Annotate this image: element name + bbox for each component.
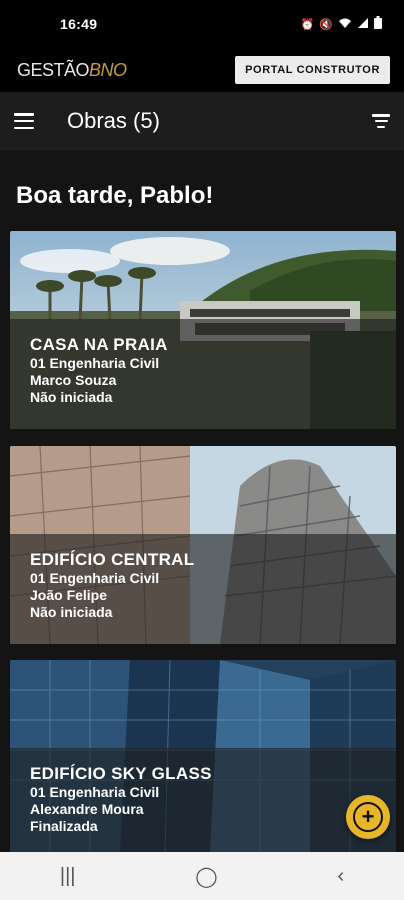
- mute-icon: 🔇: [319, 18, 333, 31]
- obra-company: 01 Engenharia Civil: [30, 784, 160, 800]
- obra-card-info: EDIFÍCIO SKY GLASS 01 Engenharia Civil A…: [10, 748, 396, 852]
- obra-card-edificio-central[interactable]: EDIFÍCIO CENTRAL 01 Engenharia Civil Joã…: [10, 446, 396, 644]
- status-icons: ⏰ 🔇: [301, 16, 382, 32]
- system-nav-bar: ||| ◯ ‹: [0, 852, 404, 900]
- obra-title: EDIFÍCIO SKY GLASS: [30, 764, 212, 783]
- page-title: Obras (5): [67, 108, 160, 133]
- obra-title: CASA NA PRAIA: [30, 335, 168, 354]
- back-icon[interactable]: ‹: [337, 865, 344, 888]
- obra-status: Finalizada: [30, 818, 98, 834]
- obra-responsible: Alexandre Moura: [30, 801, 144, 817]
- hamburger-menu-icon[interactable]: [14, 113, 34, 129]
- filter-icon[interactable]: [372, 114, 390, 128]
- obra-card-casa-na-praia[interactable]: CASA NA PRAIA 01 Engenharia Civil Marco …: [10, 231, 396, 429]
- recent-apps-icon[interactable]: |||: [60, 865, 76, 888]
- obra-responsible: Marco Souza: [30, 372, 117, 388]
- logo-text-part2: BNO: [89, 59, 127, 80]
- obra-card-edificio-sky-glass[interactable]: EDIFÍCIO SKY GLASS 01 Engenharia Civil A…: [10, 660, 396, 852]
- app-bar: Obras (5): [0, 92, 404, 150]
- plus-circle-icon: +: [353, 802, 383, 832]
- alarm-icon: ⏰: [300, 18, 315, 31]
- wifi-icon: [338, 17, 352, 32]
- greeting-text: Boa tarde, Pablo!: [16, 182, 214, 209]
- signal-icon: [357, 17, 369, 32]
- obra-status: Não iniciada: [30, 604, 113, 620]
- obra-title: EDIFÍCIO CENTRAL: [30, 550, 195, 569]
- obra-responsible: João Felipe: [30, 587, 108, 603]
- home-icon[interactable]: ◯: [195, 864, 217, 889]
- battery-icon: [374, 16, 382, 32]
- obra-card-info: CASA NA PRAIA 01 Engenharia Civil Marco …: [10, 319, 396, 429]
- obra-card-info: EDIFÍCIO CENTRAL 01 Engenharia Civil Joã…: [10, 534, 396, 644]
- brand-bar: GESTÃOBNO PORTAL CONSTRUTOR: [0, 48, 404, 92]
- status-bar: 16:49 ⏰ 🔇: [0, 0, 404, 48]
- logo-text-part1: GESTÃO: [17, 59, 90, 80]
- status-time: 16:49: [60, 16, 98, 32]
- add-obra-button[interactable]: +: [346, 795, 390, 839]
- portal-construtor-button[interactable]: PORTAL CONSTRUTOR: [235, 56, 390, 84]
- app-logo: GESTÃOBNO: [17, 60, 127, 81]
- obra-company: 01 Engenharia Civil: [30, 570, 160, 586]
- obra-company: 01 Engenharia Civil: [30, 355, 160, 371]
- obra-status: Não iniciada: [30, 389, 113, 405]
